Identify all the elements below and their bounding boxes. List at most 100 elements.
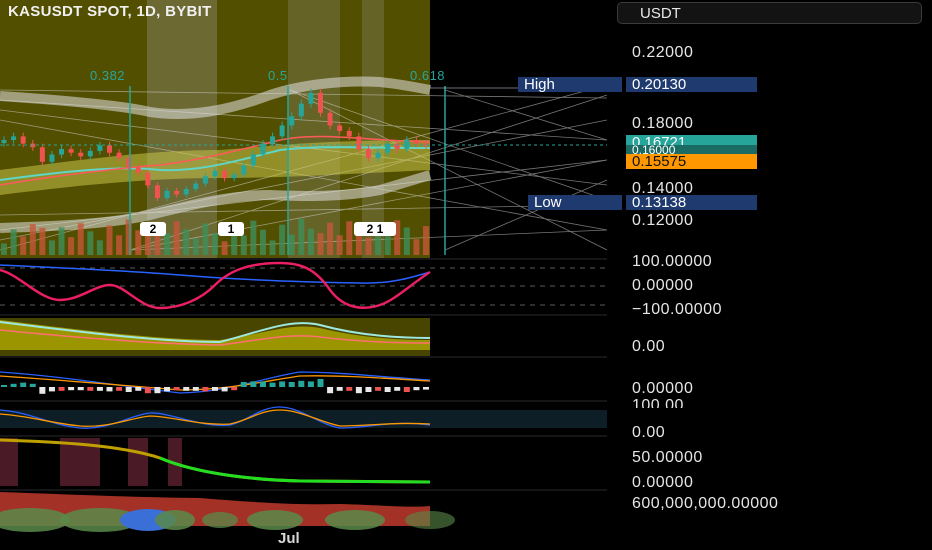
trend-panel [0, 438, 431, 486]
macd-histogram-bar [259, 381, 266, 387]
cci-axis-bottom: −100.00000 [632, 301, 722, 318]
wave-label-2: 2 [140, 222, 166, 236]
candle-body [145, 172, 151, 186]
x-axis-month: Jul [278, 530, 300, 547]
macd-histogram-bar [279, 381, 286, 387]
volume-bar [202, 223, 209, 255]
macd-histogram-bar [20, 382, 27, 387]
macd-histogram-bar [48, 387, 55, 392]
volume-bar [221, 241, 228, 255]
macd-histogram-bar [29, 383, 36, 387]
candle-body [365, 149, 371, 159]
volume-bar [106, 225, 113, 255]
candle-body [174, 190, 180, 195]
macd-histogram-bar [413, 387, 420, 391]
high-value-tag: 0.20130 [626, 77, 757, 92]
volume-bar [413, 239, 420, 255]
volume-bar [259, 229, 266, 255]
candle-body [135, 167, 141, 173]
volume-bar [183, 229, 190, 255]
candle-body [327, 112, 333, 126]
candle-body [87, 150, 93, 157]
volume-bar [144, 235, 151, 255]
stoch-axis-top: 100.00 [632, 397, 684, 408]
macd-histogram-bar [10, 383, 17, 387]
volume-bar [48, 240, 55, 255]
macd-histogram-bar [58, 387, 65, 391]
candle-body [298, 103, 304, 117]
candle-body [107, 145, 112, 153]
candle-body [231, 174, 237, 179]
candle-body [212, 170, 218, 177]
candle-body [116, 152, 122, 159]
candle-body [356, 136, 362, 150]
macd-histogram-bar [221, 387, 228, 392]
volume-bar [307, 228, 314, 255]
macd-histogram-bar [68, 387, 75, 391]
candle-body [289, 116, 295, 126]
cci-axis-top: 100.00000 [632, 253, 713, 270]
macd-histogram-bar [39, 387, 46, 394]
candle-body [394, 143, 400, 150]
candle-body [413, 140, 419, 144]
candle-body [49, 154, 55, 162]
low-value-tag: 0.13138 [626, 195, 757, 210]
macd-histogram-bar [116, 387, 123, 391]
trend-axis-bottom: 0.00000 [632, 474, 694, 491]
price-tick: 0.22000 [632, 44, 694, 61]
volume-bar [298, 218, 305, 255]
macd-axis: 0.00000 [632, 380, 694, 397]
macd-histogram-bar [164, 387, 171, 392]
volume-bar [164, 233, 171, 255]
volume-bar [317, 233, 324, 255]
stoch-axis-bottom: 0.00 [632, 424, 666, 441]
range-highlight-band-1 [147, 0, 217, 258]
volume-bar [327, 222, 334, 255]
candle-body [318, 92, 323, 113]
macd-histogram-bar [1, 385, 7, 387]
candle-body [11, 136, 17, 140]
candle-body [346, 130, 352, 137]
macd-histogram-bar [403, 387, 410, 392]
volume-bar [250, 220, 257, 255]
candle-body [183, 189, 189, 195]
macd-panel [0, 371, 431, 394]
candle-body [59, 149, 65, 155]
macd-histogram-bar [212, 387, 218, 391]
candle-body [164, 190, 170, 199]
volume-bar [77, 223, 84, 255]
cci-axis-mid: 0.00000 [632, 277, 694, 294]
chart-canvas[interactable] [0, 0, 932, 550]
low-label-tag: Low [528, 195, 622, 210]
stochastic-panel [0, 406, 607, 429]
macd-histogram-bar [144, 387, 151, 394]
fib-label-05: 0.5 [268, 68, 288, 83]
macd-histogram-bar [317, 379, 324, 387]
candle-body [337, 125, 343, 131]
candle-body [1, 140, 7, 144]
volume-bar [125, 219, 132, 255]
price-tick: 0.12000 [632, 212, 694, 229]
currency-button[interactable]: USDT [617, 2, 922, 24]
volume-profile-panel [0, 492, 455, 532]
macd-histogram-bar [269, 382, 276, 387]
high-label-tag: High [518, 77, 622, 92]
macd-histogram-bar [96, 387, 103, 391]
volume-bar [279, 224, 286, 255]
candle-body [250, 154, 256, 166]
volume-bar [20, 236, 27, 255]
ref-price-tag: 0.15575 [626, 154, 757, 169]
macd-histogram-bar [288, 382, 295, 387]
macd-histogram-bar [202, 387, 209, 392]
wave-label-21: 2 1 [354, 222, 396, 236]
candle-body [78, 152, 84, 157]
macd-histogram-bar [394, 387, 401, 391]
symbol-title[interactable]: KASUSDT SPOT, 1D, BYBIT [8, 3, 212, 20]
fib-label-0618: 0.618 [410, 68, 446, 83]
fib-label-0382: 0.382 [90, 68, 126, 83]
macd-histogram-bar [336, 387, 343, 391]
volume-bar [116, 235, 123, 255]
macd-histogram-bar [192, 387, 199, 391]
candle-body [97, 145, 103, 151]
volume-bar [173, 221, 180, 255]
